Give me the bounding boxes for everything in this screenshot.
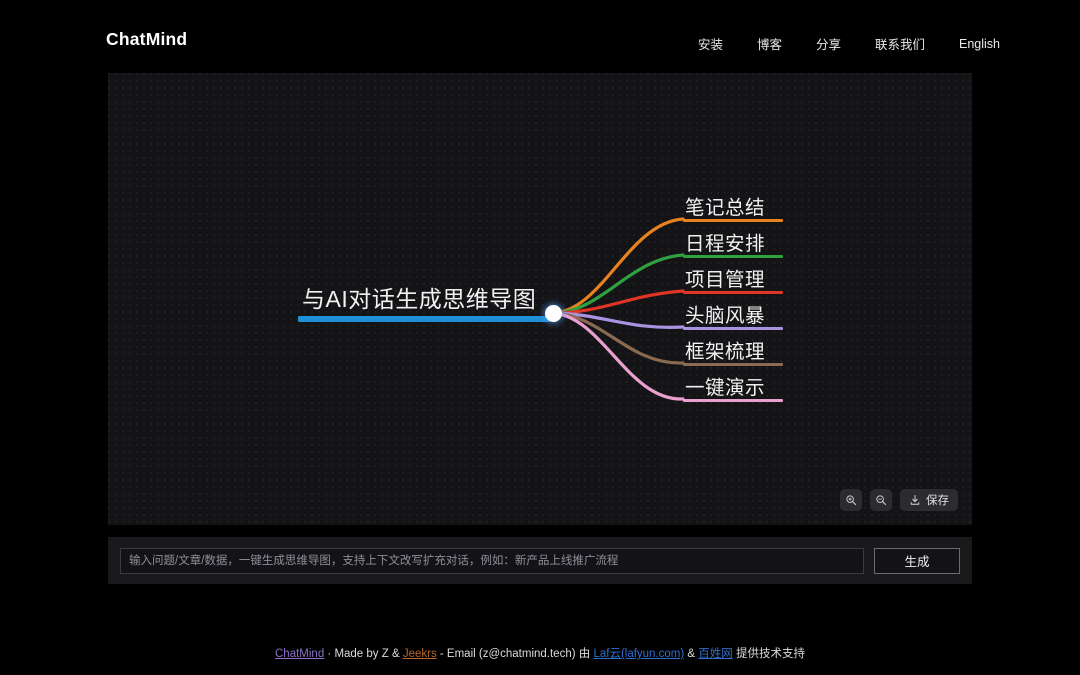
- canvas-toolbar: 保存: [840, 489, 958, 511]
- mindmap-branch-underline-1: [683, 219, 783, 222]
- nav-item-blog[interactable]: 博客: [757, 31, 782, 56]
- site-footer: ChatMind · Made by Z & Jeekrs - Email (z…: [0, 646, 1080, 662]
- zoom-out-button[interactable]: [870, 489, 892, 511]
- nav-item-share[interactable]: 分享: [816, 31, 841, 56]
- mindmap-branch-label-6[interactable]: 一键演示: [685, 379, 765, 399]
- nav-item-contact[interactable]: 联系我们: [875, 31, 925, 56]
- zoom-in-button[interactable]: [840, 489, 862, 511]
- mindmap-branch-label-5[interactable]: 框架梳理: [685, 343, 765, 363]
- generate-button[interactable]: 生成: [874, 548, 960, 574]
- nav-item-english[interactable]: English: [959, 34, 1000, 54]
- save-button-label: 保存: [926, 492, 949, 508]
- mindmap-root-label[interactable]: 与AI对话生成思维导图: [302, 288, 536, 311]
- zoom-out-icon: [875, 494, 887, 506]
- connector-1: [553, 219, 683, 313]
- mindmap-branch-underline-3: [683, 291, 783, 294]
- footer-link-laf[interactable]: Laf云(lafyun.com): [593, 648, 684, 660]
- zoom-in-icon: [845, 494, 857, 506]
- prompt-input[interactable]: [120, 548, 864, 574]
- mindmap-branch-underline-4: [683, 327, 783, 330]
- site-header: ChatMind 安装 博客 分享 联系我们 English: [0, 0, 1080, 76]
- mindmap-branch-label-1[interactable]: 笔记总结: [685, 199, 765, 219]
- main-nav: 安装 博客 分享 联系我们 English: [698, 31, 1000, 56]
- brand-logo[interactable]: ChatMind: [106, 29, 187, 50]
- mindmap-canvas[interactable]: 与AI对话生成思维导图 笔记总结 日程安排 项目管理 头脑风暴 框架梳理 一键演…: [108, 73, 972, 525]
- mindmap-branch-label-4[interactable]: 头脑风暴: [685, 307, 765, 327]
- mindmap-branch-underline-6: [683, 399, 783, 402]
- footer-link-chatmind[interactable]: ChatMind: [275, 648, 324, 660]
- mindmap-branch-underline-5: [683, 363, 783, 366]
- mindmap-connectors: [108, 73, 972, 525]
- mindmap-root-underline: [298, 316, 550, 322]
- mindmap-branch-label-3[interactable]: 项目管理: [685, 271, 765, 291]
- nav-item-install[interactable]: 安装: [698, 31, 723, 56]
- footer-text-2: - Email (z@chatmind.tech) 由: [437, 648, 594, 660]
- mindmap-branch-label-2[interactable]: 日程安排: [685, 235, 765, 255]
- save-button[interactable]: 保存: [900, 489, 958, 511]
- footer-text-4: 提供技术支持: [733, 648, 805, 660]
- app-root: ChatMind 安装 博客 分享 联系我们 English 与AI对话生成思维…: [0, 0, 1080, 675]
- footer-text-1: · Made by Z &: [324, 648, 403, 660]
- prompt-bar: 生成: [108, 537, 972, 584]
- footer-link-jeekrs[interactable]: Jeekrs: [403, 648, 437, 660]
- mindmap-branch-underline-2: [683, 255, 783, 258]
- mindmap-root-node-dot[interactable]: [545, 305, 562, 322]
- download-icon: [909, 494, 921, 506]
- footer-link-baixing[interactable]: 百姓网: [698, 648, 733, 660]
- footer-text-3: &: [684, 648, 698, 660]
